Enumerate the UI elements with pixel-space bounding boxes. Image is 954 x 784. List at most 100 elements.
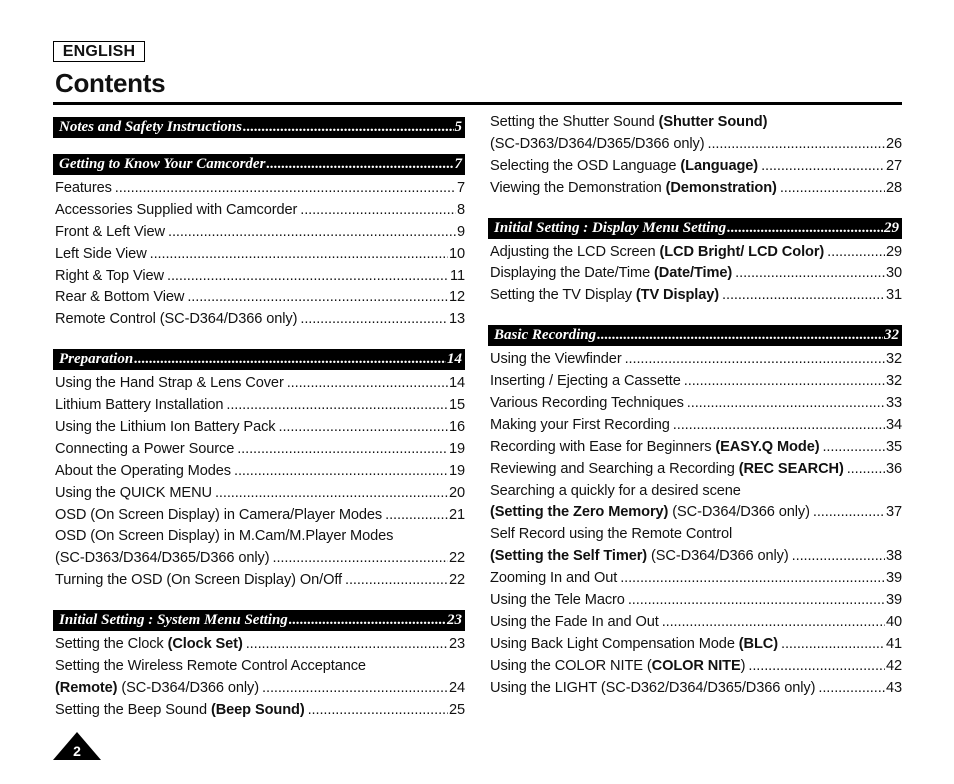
toc-entry[interactable]: OSD (On Screen Display) in M.Cam/M.Playe…: [53, 528, 465, 550]
toc-entry[interactable]: Zooming In and Out 39: [488, 570, 902, 592]
toc-entry[interactable]: Accessories Supplied with Camcorder 8: [53, 202, 465, 224]
toc-entry[interactable]: Setting the TV Display (TV Display) 31: [488, 287, 902, 309]
entry-page-number: 35: [885, 438, 902, 455]
toc-entry[interactable]: Using the Lithium Ion Battery Pack 16: [53, 419, 465, 441]
entry-page-number: 29: [885, 243, 902, 260]
entry-text: (SC-D363/D364/D365/D366 only): [55, 550, 270, 567]
entry-page-number: 13: [448, 311, 465, 328]
entry-title: Using the COLOR NITE (COLOR NITE): [490, 658, 745, 674]
entry-title: Reviewing and Searching a Recording (REC…: [490, 461, 844, 477]
section-header[interactable]: Preparation 14: [53, 349, 465, 371]
entry-page-number: 32: [885, 373, 902, 390]
toc-entry[interactable]: About the Operating Modes 19: [53, 463, 465, 485]
entry-page-number: 30: [885, 265, 902, 282]
toc-entry[interactable]: Using the Hand Strap & Lens Cover 14: [53, 375, 465, 397]
toc-entry[interactable]: (Setting the Self Timer) (SC-D364/D366 o…: [488, 548, 902, 570]
entry-page-number: 22: [448, 550, 465, 567]
dot-leader: [818, 680, 885, 696]
dot-leader: [822, 439, 884, 455]
dot-leader: [673, 417, 885, 433]
toc-entry[interactable]: Various Recording Techniques 33: [488, 395, 902, 417]
toc-entry[interactable]: Viewing the Demonstration (Demonstration…: [488, 180, 902, 202]
toc-entry[interactable]: Searching a quickly for a desired scene: [488, 483, 902, 505]
toc-entry[interactable]: Making your First Recording 34: [488, 417, 902, 439]
toc-entry[interactable]: Using Back Light Compensation Mode (BLC)…: [488, 636, 902, 658]
toc-entry[interactable]: Selecting the OSD Language (Language) 27: [488, 158, 902, 180]
toc-entry[interactable]: Using the Viewfinder 32: [488, 351, 902, 373]
toc-entry[interactable]: Adjusting the LCD Screen (LCD Bright/ LC…: [488, 244, 902, 266]
toc-entry[interactable]: OSD (On Screen Display) in Camera/Player…: [53, 507, 465, 529]
title-divider: [53, 102, 902, 105]
entry-text: Rear & Bottom View: [55, 289, 185, 306]
entry-title: (Setting the Self Timer) (SC-D364/D366 o…: [490, 548, 789, 564]
toc-entry[interactable]: Lithium Battery Installation 15: [53, 397, 465, 419]
toc-entry[interactable]: (SC-D363/D364/D365/D366 only) 22: [53, 550, 465, 572]
toc-entry[interactable]: Using the Tele Macro 39: [488, 592, 902, 614]
entry-page-number: 41: [885, 635, 902, 652]
toc-entry[interactable]: Using the COLOR NITE (COLOR NITE) 42: [488, 658, 902, 680]
toc-section: Notes and Safety Instructions 5: [53, 117, 465, 138]
dot-leader: [234, 463, 448, 479]
toc-entry[interactable]: Setting the Clock (Clock Set) 23: [53, 636, 465, 658]
entry-title: Left Side View: [55, 246, 147, 262]
language-badge: ENGLISH: [53, 41, 145, 62]
toc-entry[interactable]: Left Side View 10: [53, 246, 465, 268]
dot-leader: [625, 351, 885, 367]
toc-entry[interactable]: Setting the Shutter Sound (Shutter Sound…: [488, 114, 902, 136]
toc-entry[interactable]: Recording with Ease for Beginners (EASY.…: [488, 439, 902, 461]
toc-entry[interactable]: Displaying the Date/Time (Date/Time) 30: [488, 265, 902, 287]
entry-page-number: 36: [885, 460, 902, 477]
dot-leader: [813, 504, 885, 520]
toc-entry[interactable]: Inserting / Ejecting a Cassette 32: [488, 373, 902, 395]
toc-entry[interactable]: Front & Left View 9: [53, 224, 465, 246]
toc-entry[interactable]: Using the LIGHT (SC-D362/D364/D365/D366 …: [488, 680, 902, 702]
toc-entry[interactable]: Right & Top View 11: [53, 268, 465, 290]
section-header[interactable]: Initial Setting : System Menu Setting 23: [53, 610, 465, 632]
entry-title: Making your First Recording: [490, 417, 670, 433]
toc-entry[interactable]: Setting the Wireless Remote Control Acce…: [53, 658, 465, 680]
entry-title: Using the Fade In and Out: [490, 614, 659, 630]
entry-title: Turning the OSD (On Screen Display) On/O…: [55, 572, 342, 588]
entry-title: Inserting / Ejecting a Cassette: [490, 373, 681, 389]
entry-title: OSD (On Screen Display) in M.Cam/M.Playe…: [55, 528, 393, 544]
toc-entry[interactable]: Remote Control (SC-D364/D366 only) 13: [53, 311, 465, 333]
dot-leader: [226, 397, 448, 413]
toc-entry[interactable]: (SC-D363/D364/D365/D366 only) 26: [488, 136, 902, 158]
entry-text: Selecting the OSD Language: [490, 157, 681, 174]
entry-text: Reviewing and Searching a Recording: [490, 460, 739, 477]
entry-suffix-text: ): [740, 657, 746, 674]
entry-page-number: 33: [885, 395, 902, 412]
entry-bold-text: (Clock Set): [167, 636, 243, 653]
entry-text: Setting the Wireless Remote Control Acce…: [55, 658, 366, 675]
entry-bold-text: (Remote): [55, 679, 118, 696]
toc-entry[interactable]: Features 7: [53, 180, 465, 202]
entry-bold-text: (Shutter Sound): [658, 114, 768, 130]
dot-leader: [278, 419, 447, 435]
entry-text: Using the Tele Macro: [490, 592, 625, 609]
toc-entry[interactable]: Reviewing and Searching a Recording (REC…: [488, 461, 902, 483]
entry-text: Using the Viewfinder: [490, 351, 622, 368]
entry-page-number: 38: [885, 548, 902, 565]
toc-entry[interactable]: (Remote) (SC-D364/D366 only) 24: [53, 680, 465, 702]
toc-entry[interactable]: Rear & Bottom View 12: [53, 289, 465, 311]
entry-title: About the Operating Modes: [55, 463, 231, 479]
toc-entry[interactable]: Using the QUICK MENU 20: [53, 485, 465, 507]
entry-page-number: 40: [885, 613, 902, 630]
toc-entry[interactable]: Connecting a Power Source 19: [53, 441, 465, 463]
entry-bold-text: (Setting the Self Timer): [490, 548, 648, 565]
section-header[interactable]: Initial Setting : Display Menu Setting 29: [488, 217, 902, 239]
entry-title: Adjusting the LCD Screen (LCD Bright/ LC…: [490, 244, 824, 260]
toc-entry[interactable]: Self Record using the Remote Control: [488, 526, 902, 548]
toc-entry[interactable]: Turning the OSD (On Screen Display) On/O…: [53, 572, 465, 594]
dot-leader: [266, 156, 453, 173]
toc-entry[interactable]: Using the Fade In and Out 40: [488, 614, 902, 636]
entry-title: Various Recording Techniques: [490, 395, 684, 411]
page-title: Contents: [55, 68, 166, 98]
toc-entry[interactable]: Setting the Beep Sound (Beep Sound) 25: [53, 702, 465, 724]
section-header[interactable]: Getting to Know Your Camcorder 7: [53, 154, 465, 175]
dot-leader: [287, 375, 448, 391]
toc-entry[interactable]: (Setting the Zero Memory) (SC-D364/D366 …: [488, 504, 902, 526]
section-header[interactable]: Basic Recording 32: [488, 325, 902, 347]
entry-title: Setting the Wireless Remote Control Acce…: [55, 658, 366, 674]
section-header[interactable]: Notes and Safety Instructions 5: [53, 117, 465, 138]
